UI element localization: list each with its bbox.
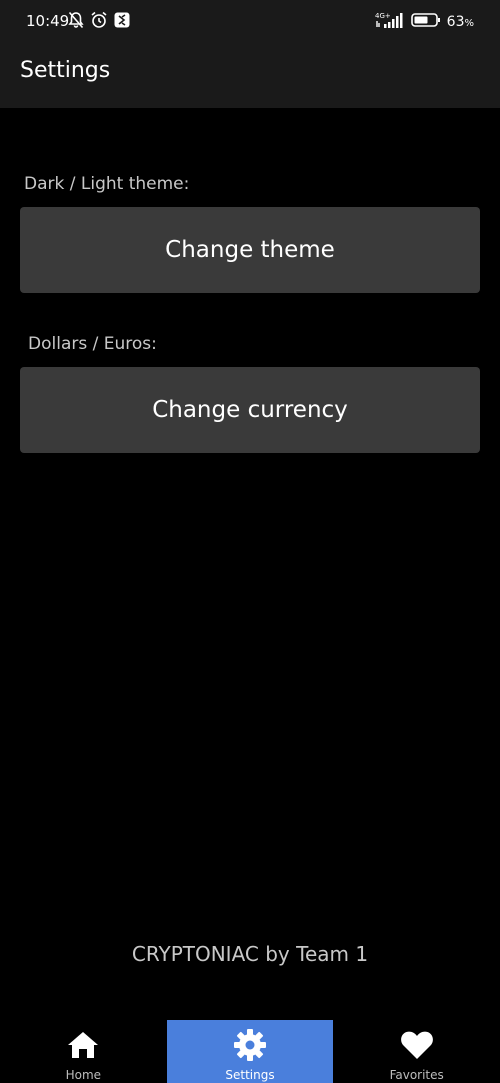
currency-label: Dollars / Euros: — [28, 334, 157, 354]
app-bar: Settings — [0, 44, 500, 108]
footer-credit: CRYPTONIAC by Team 1 — [131, 942, 369, 966]
status-time: 10:49 — [26, 12, 70, 30]
heart-icon — [400, 1028, 434, 1062]
nav-item-home[interactable]: Home — [0, 1020, 167, 1083]
battery-unit: % — [464, 18, 474, 29]
bottom-navigation: Home Settings Favorites — [0, 1020, 500, 1083]
gear-icon — [233, 1028, 267, 1062]
status-icons-left — [68, 11, 130, 33]
network-type: 4G+ — [375, 12, 391, 20]
battery-value: 63 — [446, 14, 465, 30]
theme-label: Dark / Light theme: — [24, 174, 190, 194]
nav-item-favorites[interactable]: Favorites — [333, 1020, 500, 1083]
change-theme-button[interactable]: Change theme — [20, 207, 480, 293]
alarm-icon — [90, 11, 108, 33]
nav-label-home: Home — [65, 1068, 102, 1082]
nav-label-favorites: Favorites — [389, 1068, 444, 1082]
signal-icon: 4G+ — [375, 11, 405, 33]
status-icons-right: 4G+ 63% — [375, 11, 474, 33]
status-bar: 10:49 4G+ 63% — [0, 0, 500, 44]
app-notification-icon — [114, 12, 130, 32]
battery-percent: 63% — [447, 14, 474, 30]
nav-item-settings[interactable]: Settings — [166, 1020, 334, 1083]
change-currency-button[interactable]: Change currency — [20, 367, 480, 453]
page-title: Settings — [20, 58, 111, 83]
nav-label-settings: Settings — [225, 1068, 275, 1082]
bell-off-icon — [68, 11, 84, 33]
home-icon — [66, 1028, 100, 1062]
battery-icon — [410, 12, 441, 32]
